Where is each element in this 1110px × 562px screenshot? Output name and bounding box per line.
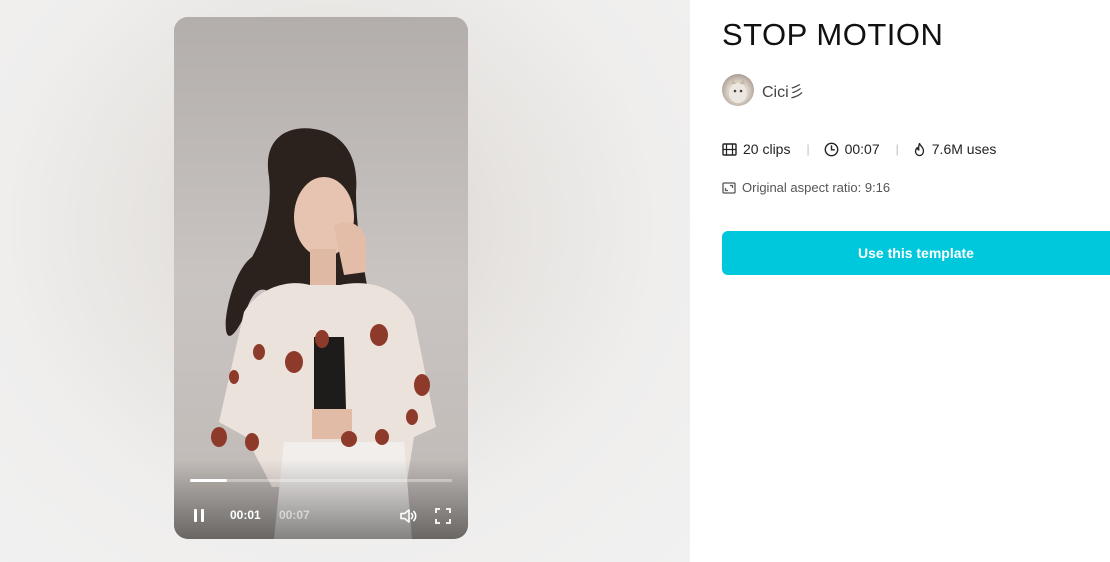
aspect-ratio-icon (722, 181, 736, 194)
clock-icon (824, 142, 838, 156)
total-time: 00:07 (279, 508, 310, 522)
volume-icon[interactable] (398, 506, 418, 526)
template-details: STOP MOTION Cici彡 20 clips | 00:07 | 7.6… (690, 0, 1110, 562)
template-title: STOP MOTION (722, 17, 944, 52)
aspect-ratio-text: Original aspect ratio: 9:16 (742, 180, 891, 195)
author-name[interactable]: Cici彡 (762, 78, 805, 102)
controls-overlay (174, 459, 468, 539)
fullscreen-icon[interactable] (434, 507, 452, 525)
pause-icon[interactable] (192, 508, 206, 524)
progress-fill (190, 479, 227, 482)
avatar[interactable] (722, 74, 754, 106)
clips-stat: 20 clips (722, 141, 790, 157)
duration: 00:07 (844, 141, 880, 157)
divider: | (806, 142, 810, 156)
clips-count: 20 clips (743, 141, 791, 157)
film-icon (722, 142, 737, 156)
video-player[interactable]: 00:01 00:07 (174, 17, 468, 539)
use-template-button[interactable]: Use this template (722, 231, 1110, 275)
aspect-ratio: Original aspect ratio: 9:16 (722, 180, 890, 195)
flame-icon (914, 142, 924, 156)
duration-stat: 00:07 (824, 141, 880, 157)
preview-backdrop: 00:01 00:07 (0, 0, 690, 562)
uses-count: 7.6M uses (931, 141, 997, 157)
progress-bar[interactable] (190, 479, 452, 482)
template-stats: 20 clips | 00:07 | 7.6M uses (722, 140, 996, 158)
author[interactable]: Cici彡 (722, 74, 805, 106)
uses-stat: 7.6M uses (913, 141, 997, 157)
current-time: 00:01 (230, 508, 261, 522)
divider: | (895, 142, 899, 156)
